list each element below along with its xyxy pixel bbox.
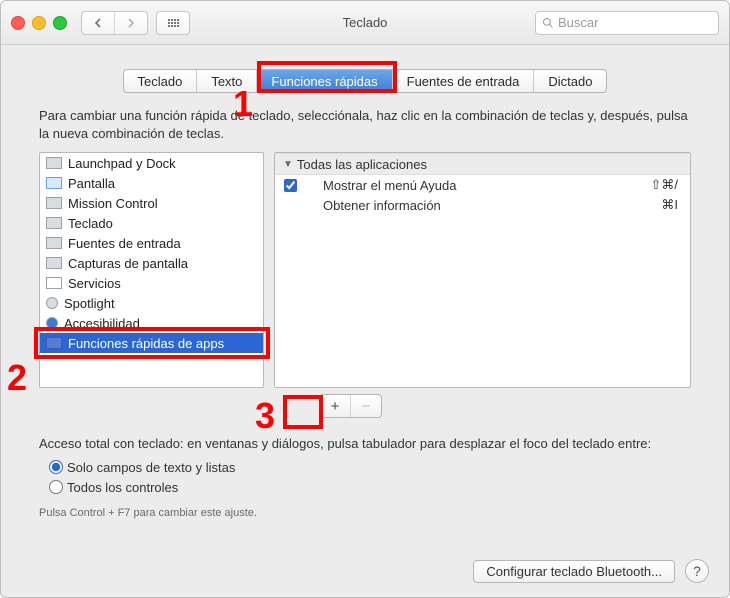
search-placeholder: Buscar: [558, 15, 598, 30]
tab-dictation[interactable]: Dictado: [534, 70, 606, 92]
help-button[interactable]: ?: [685, 559, 709, 583]
chevron-right-icon: [127, 18, 135, 28]
lists-container: Launchpad y Dock Pantalla Mission Contro…: [39, 152, 691, 388]
input-sources-icon: [46, 237, 62, 249]
category-keyboard[interactable]: Teclado: [40, 213, 263, 233]
category-app-shortcuts[interactable]: Funciones rápidas de apps: [40, 333, 263, 353]
nav-buttons: [81, 11, 148, 35]
launchpad-icon: [46, 157, 62, 169]
shortcut-label: Mostrar el menú Ayuda: [319, 178, 650, 193]
shortcut-section-header[interactable]: ▼ Todas las aplicaciones: [275, 153, 690, 175]
shortcut-keys[interactable]: ⇧⌘/: [650, 177, 684, 193]
keyboard-icon: [46, 217, 62, 229]
accessibility-icon: [46, 317, 58, 329]
keyboard-access-hint: Pulsa Control + F7 para cambiar este aju…: [39, 507, 691, 519]
category-launchpad-dock[interactable]: Launchpad y Dock: [40, 153, 263, 173]
radio-text-lists[interactable]: Solo campos de texto y listas: [49, 457, 691, 477]
close-window-button[interactable]: [11, 16, 25, 30]
zoom-window-button[interactable]: [53, 16, 67, 30]
radio-all-controls[interactable]: Todos los controles: [49, 477, 691, 497]
category-label: Servicios: [68, 276, 121, 291]
shortcuts-list[interactable]: ▼ Todas las aplicaciones Mostrar el menú…: [274, 152, 691, 388]
category-display[interactable]: Pantalla: [40, 173, 263, 193]
shortcut-row[interactable]: Obtener información ⌘I: [275, 195, 690, 215]
category-mission-control[interactable]: Mission Control: [40, 193, 263, 213]
category-accessibility[interactable]: Accesibilidad: [40, 313, 263, 333]
category-label: Accesibilidad: [64, 316, 140, 331]
radio-label: Todos los controles: [67, 480, 178, 495]
display-icon: [46, 177, 62, 189]
disclosure-triangle-icon[interactable]: ▼: [283, 159, 293, 170]
forward-button[interactable]: [115, 12, 147, 34]
category-spotlight[interactable]: Spotlight: [40, 293, 263, 313]
tab-keyboard[interactable]: Teclado: [124, 70, 198, 92]
category-label: Spotlight: [64, 296, 115, 311]
remove-button: −: [351, 395, 381, 417]
search-field[interactable]: Buscar: [535, 11, 719, 35]
shortcut-keys[interactable]: ⌘I: [661, 197, 684, 213]
titlebar: Teclado Buscar: [1, 1, 729, 45]
services-icon: [46, 277, 62, 289]
show-all-button[interactable]: [156, 11, 190, 35]
radio-all-controls-input[interactable]: [49, 480, 63, 494]
window-controls: [11, 16, 67, 30]
shortcut-row[interactable]: Mostrar el menú Ayuda ⇧⌘/: [275, 175, 690, 195]
keyboard-access-radios: Solo campos de texto y listas Todos los …: [49, 457, 691, 497]
category-label: Capturas de pantalla: [68, 256, 188, 271]
add-button[interactable]: +: [320, 395, 351, 417]
section-header-label: Todas las aplicaciones: [297, 157, 427, 172]
category-screenshots[interactable]: Capturas de pantalla: [40, 253, 263, 273]
tabbar: Teclado Texto Funciones rápidas Fuentes …: [39, 69, 691, 93]
app-shortcuts-icon: [46, 337, 62, 349]
shortcut-checkbox[interactable]: [284, 179, 297, 192]
content-area: Teclado Texto Funciones rápidas Fuentes …: [1, 45, 729, 597]
back-button[interactable]: [82, 12, 115, 34]
category-label: Pantalla: [68, 176, 115, 191]
category-input-sources[interactable]: Fuentes de entrada: [40, 233, 263, 253]
category-label: Teclado: [68, 216, 113, 231]
mission-control-icon: [46, 197, 62, 209]
minimize-window-button[interactable]: [32, 16, 46, 30]
tabs: Teclado Texto Funciones rápidas Fuentes …: [123, 69, 608, 93]
footer: Configurar teclado Bluetooth... ?: [473, 559, 709, 583]
category-label: Fuentes de entrada: [68, 236, 181, 251]
tab-text[interactable]: Texto: [197, 70, 257, 92]
category-list[interactable]: Launchpad y Dock Pantalla Mission Contro…: [39, 152, 264, 388]
shortcut-label: Obtener información: [319, 198, 661, 213]
configure-bluetooth-button[interactable]: Configurar teclado Bluetooth...: [473, 560, 675, 583]
category-label: Launchpad y Dock: [68, 156, 176, 171]
add-remove-buttons: + −: [319, 394, 382, 418]
category-label: Funciones rápidas de apps: [68, 336, 224, 351]
keyboard-access-text: Acceso total con teclado: en ventanas y …: [39, 436, 691, 451]
radio-text-lists-input[interactable]: [49, 460, 63, 474]
category-label: Mission Control: [68, 196, 158, 211]
spotlight-icon: [46, 297, 58, 309]
tab-input-sources[interactable]: Fuentes de entrada: [393, 70, 535, 92]
preferences-window: Teclado Buscar Teclado Texto Funciones r…: [0, 0, 730, 598]
instruction-text: Para cambiar una función rápida de tecla…: [39, 107, 691, 142]
search-icon: [542, 17, 554, 29]
radio-label: Solo campos de texto y listas: [67, 460, 235, 475]
category-services[interactable]: Servicios: [40, 273, 263, 293]
chevron-left-icon: [94, 18, 102, 28]
add-remove-container: + −: [319, 394, 691, 418]
grid-icon: [168, 19, 179, 27]
screenshots-icon: [46, 257, 62, 269]
keyboard-access-section: Acceso total con teclado: en ventanas y …: [39, 436, 691, 519]
tab-shortcuts[interactable]: Funciones rápidas: [257, 70, 392, 92]
